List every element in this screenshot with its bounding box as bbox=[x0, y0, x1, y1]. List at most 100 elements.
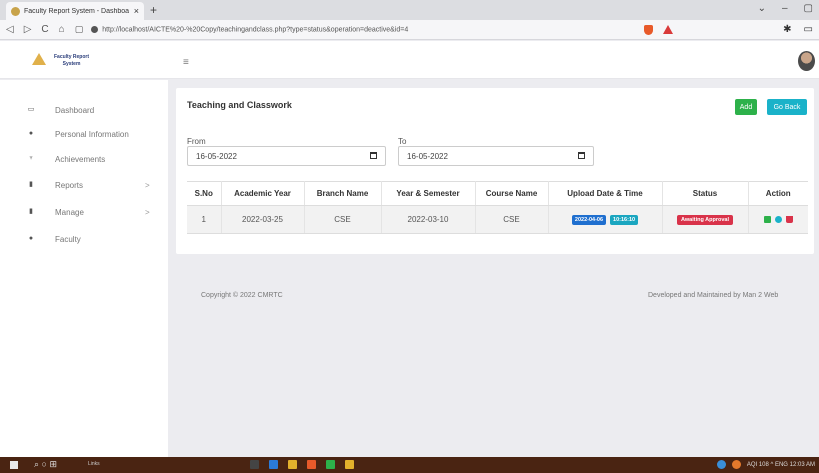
col-branch-name: Branch Name bbox=[304, 181, 382, 206]
sidebar-item-personal-information[interactable]: ● Personal Information bbox=[0, 126, 168, 142]
sidebar-item-manage[interactable]: ▮ Manage > bbox=[0, 204, 168, 220]
weather-icon[interactable] bbox=[731, 460, 741, 469]
delete-icon[interactable] bbox=[785, 216, 793, 224]
col-course-name: Course Name bbox=[475, 181, 549, 206]
upload-time-badge: 10:16:10 bbox=[610, 215, 639, 225]
home-icon[interactable]: ⌂ bbox=[59, 24, 65, 35]
site-info-icon[interactable] bbox=[91, 25, 99, 33]
cell-action bbox=[748, 205, 808, 234]
brand-name: Faculty Report System bbox=[54, 54, 89, 68]
from-date-field[interactable]: 16-05-2022 bbox=[187, 146, 386, 166]
cell-course: CSE bbox=[475, 205, 549, 234]
cell-sno: 1 bbox=[187, 205, 222, 234]
windows-start-icon[interactable] bbox=[10, 461, 18, 469]
taskbar-search-icon[interactable]: ⌕ ○ ⊞ bbox=[34, 459, 57, 470]
tab-title: Faculty Report System - Dashboa bbox=[24, 7, 130, 15]
file-icon: ▮ bbox=[29, 208, 33, 215]
browser-tab[interactable]: Faculty Report System - Dashboa × bbox=[6, 2, 144, 20]
app-header: Faculty Report System ≡ bbox=[0, 41, 819, 79]
cell-academic-year: 2022-03-25 bbox=[221, 205, 305, 234]
chevron-right-icon: > bbox=[145, 180, 150, 190]
forward-icon[interactable]: ▷ bbox=[24, 24, 32, 35]
maximize-button[interactable]: ▢ bbox=[804, 3, 813, 14]
sidebar-item-reports[interactable]: ▮ Reports > bbox=[0, 177, 168, 193]
extensions bbox=[644, 24, 674, 35]
classwork-table: S.No Academic Year Branch Name Year & Se… bbox=[187, 181, 808, 234]
system-tray: AQI 108 ^ ENG 12:03 AM bbox=[716, 460, 815, 469]
cell-branch: CSE bbox=[304, 205, 382, 234]
col-status: Status bbox=[662, 181, 749, 206]
college-logo-icon bbox=[32, 53, 46, 65]
from-date-value: 16-05-2022 bbox=[196, 151, 237, 161]
footer-credit: Developed and Maintained by Man 2 Web bbox=[648, 292, 779, 299]
new-tab-button[interactable]: + bbox=[150, 3, 157, 17]
minimize-button[interactable]: – bbox=[782, 3, 788, 14]
browser-nav: ◁ ▷ C ⌂ bbox=[6, 24, 65, 35]
col-action: Action bbox=[748, 181, 808, 206]
page-title: Teaching and Classwork bbox=[187, 100, 292, 110]
tray-text[interactable]: AQI 108 ^ ENG 12:03 AM bbox=[747, 462, 815, 468]
folder-icon[interactable] bbox=[288, 460, 297, 469]
edit-icon[interactable] bbox=[763, 216, 771, 224]
user-icon: ● bbox=[28, 235, 34, 242]
col-sno: S.No bbox=[187, 181, 222, 206]
footer-copyright: Copyright © 2022 CMRTC bbox=[201, 292, 283, 299]
sidebar-item-achievements[interactable]: ♆ Achievements bbox=[0, 151, 168, 167]
sidebar: ▭ Dashboard ● Personal Information ♆ Ach… bbox=[0, 80, 168, 457]
view-icon[interactable] bbox=[774, 216, 782, 224]
site-favicon-icon bbox=[11, 6, 20, 16]
address-bar: ◁ ▷ C ⌂ ▢ http://localhost/AICTE%20-%20C… bbox=[0, 20, 819, 40]
sidebar-toggle-icon[interactable]: ▭ bbox=[804, 24, 813, 35]
cell-status: Awaiting Approval bbox=[662, 205, 749, 234]
brand-line-2: System bbox=[62, 61, 81, 67]
brave-icon[interactable] bbox=[307, 460, 316, 469]
cell-year-sem: 2022-03-10 bbox=[381, 205, 476, 234]
cell-upload-date-time: 2022-04-06 10:16:10 bbox=[548, 205, 663, 234]
brand-line-1: Faculty Report bbox=[54, 54, 90, 60]
tab-search-icon[interactable]: ⌄ bbox=[758, 3, 766, 14]
chevron-right-icon: > bbox=[145, 207, 150, 217]
url-field[interactable]: http://localhost/AICTE%20-%20Copy/teachi… bbox=[91, 25, 634, 33]
menu-toggle-icon[interactable]: ≡ bbox=[183, 57, 189, 68]
os-taskbar: ⌕ ○ ⊞ Links AQI 108 ^ ENG 12:03 AM bbox=[0, 457, 819, 473]
sidebar-item-faculty[interactable]: ● Faculty bbox=[0, 231, 168, 247]
sidebar-item-label: Manage bbox=[55, 207, 84, 217]
whatsapp-icon[interactable] bbox=[326, 460, 335, 469]
app-icon[interactable] bbox=[250, 460, 259, 469]
monitor-icon: ▭ bbox=[27, 106, 35, 113]
sidebar-item-label: Faculty bbox=[55, 234, 81, 244]
sidebar-item-dashboard[interactable]: ▭ Dashboard bbox=[0, 102, 168, 118]
table-row: 1 2022-03-25 CSE 2022-03-10 CSE 2022-04-… bbox=[187, 205, 808, 234]
app-icon[interactable] bbox=[345, 460, 354, 469]
table-header-row: S.No Academic Year Branch Name Year & Se… bbox=[187, 181, 808, 206]
browser-menu-icons: ✱ ▭ bbox=[783, 24, 813, 35]
extensions-icon[interactable]: ✱ bbox=[783, 24, 791, 35]
brave-shield-icon[interactable] bbox=[644, 24, 654, 35]
sidebar-item-label: Personal Information bbox=[55, 129, 129, 139]
sidebar-item-label: Dashboard bbox=[55, 105, 95, 115]
go-back-button[interactable]: Go Back bbox=[767, 99, 807, 115]
col-year-semester: Year & Semester bbox=[381, 181, 476, 206]
to-label: To bbox=[398, 137, 407, 146]
taskbar-apps bbox=[250, 460, 354, 469]
file-icon: ▮ bbox=[29, 181, 33, 188]
window-controls: ⌄ – ▢ bbox=[758, 3, 813, 14]
calendar-icon[interactable] bbox=[578, 152, 585, 159]
app-icon[interactable] bbox=[269, 460, 278, 469]
rewards-icon[interactable] bbox=[663, 24, 674, 34]
calendar-icon[interactable] bbox=[370, 152, 377, 159]
taskbar-links[interactable]: Links bbox=[88, 461, 100, 467]
tray-app-icon[interactable] bbox=[716, 460, 726, 469]
sidebar-item-label: Achievements bbox=[55, 154, 106, 164]
to-date-field[interactable]: 16-05-2022 bbox=[398, 146, 594, 166]
sidebar-item-label: Reports bbox=[55, 180, 84, 190]
bookmark-icon[interactable]: ▢ bbox=[75, 24, 84, 35]
teaching-classwork-card: Teaching and Classwork Add Go Back From … bbox=[176, 88, 814, 254]
upload-date-badge: 2022-04-06 bbox=[571, 215, 607, 225]
col-upload-date-time: Upload Date & Time bbox=[548, 181, 663, 206]
back-icon[interactable]: ◁ bbox=[6, 24, 14, 35]
tab-close-icon[interactable]: × bbox=[134, 6, 139, 16]
add-button[interactable]: Add bbox=[735, 99, 757, 115]
reload-icon[interactable]: C bbox=[41, 24, 48, 35]
avatar[interactable] bbox=[798, 51, 815, 71]
